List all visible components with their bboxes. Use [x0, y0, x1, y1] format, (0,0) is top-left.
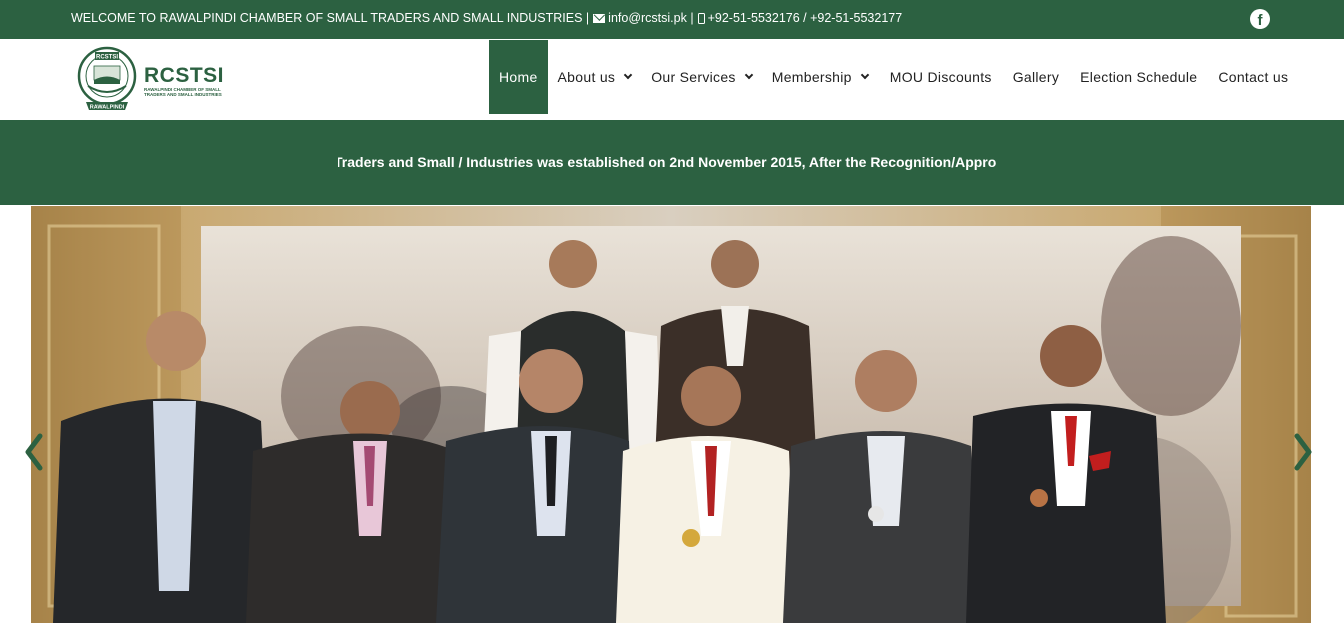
ticker-text[interactable]: Traders and Small / Industries was estab… [338, 154, 996, 170]
nav-our-services-label: Our Services [651, 69, 736, 85]
email-link[interactable]: info@rcstsi.pk | [608, 11, 693, 25]
main-navigation: Home About us Our Services Membership MO… [489, 40, 1288, 114]
nav-gallery[interactable]: Gallery [1013, 40, 1059, 114]
chamber-seal-logo[interactable]: RCSTSI RAWALPINDI [76, 42, 138, 115]
logo-wordmark[interactable]: RCSTSI [144, 64, 224, 88]
nav-contact-us[interactable]: Contact us [1218, 40, 1288, 114]
facebook-icon[interactable]: f [1250, 9, 1270, 29]
seal-bottom-text: RAWALPINDI [90, 105, 125, 111]
nav-mou-discounts-label: MOU Discounts [889, 69, 992, 85]
contact-info: WELCOME TO RAWALPINDI CHAMBER OF SMALL T… [71, 11, 902, 25]
logo-subtext: RAWALPINDI CHAMBER OF SMALL TRADERS AND … [144, 87, 222, 97]
chevron-down-icon [860, 70, 870, 80]
nav-home[interactable]: Home [489, 40, 548, 114]
nav-membership-label: Membership [771, 69, 852, 85]
news-ticker: Traders and Small / Industries was estab… [0, 120, 1344, 205]
top-info-bar: WELCOME TO RAWALPINDI CHAMBER OF SMALL T… [0, 0, 1344, 39]
nav-contact-us-label: Contact us [1218, 69, 1289, 85]
chevron-left-icon[interactable] [24, 432, 44, 472]
mobile-phone-icon [697, 12, 705, 24]
nav-membership[interactable]: Membership [771, 40, 870, 114]
chevron-down-icon [744, 70, 753, 80]
ticker-window: Traders and Small / Industries was estab… [338, 154, 996, 174]
nav-about-us-label: About us [557, 69, 616, 85]
nav-home-label: Home [499, 69, 538, 85]
nav-gallery-label: Gallery [1012, 69, 1060, 85]
seal-top-text: RCSTSI [96, 55, 118, 61]
hero-slider[interactable] [31, 206, 1311, 623]
chevron-right-icon[interactable] [1293, 432, 1313, 472]
phone-numbers[interactable]: +92-51-5532176 / +92-51-5532177 [708, 11, 903, 25]
nav-election-schedule-label: Election Schedule [1080, 69, 1198, 85]
nav-about-us[interactable]: About us [557, 40, 633, 114]
chevron-down-icon [623, 70, 633, 80]
group-photo-slide [31, 206, 1311, 623]
envelope-icon [593, 13, 606, 23]
nav-mou-discounts[interactable]: MOU Discounts [890, 40, 992, 114]
welcome-text: WELCOME TO RAWALPINDI CHAMBER OF SMALL T… [71, 11, 590, 25]
site-header: RCSTSI RAWALPINDI RCSTSI RAWALPINDI CHAM… [0, 39, 1344, 120]
nav-our-services[interactable]: Our Services [651, 40, 753, 114]
nav-election-schedule[interactable]: Election Schedule [1080, 40, 1197, 114]
